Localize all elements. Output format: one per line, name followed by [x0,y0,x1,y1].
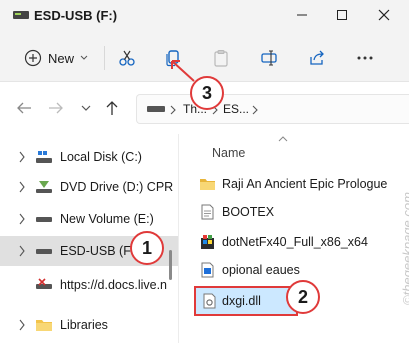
file-name: dotNetFx40_Full_x86_x64 [222,235,368,249]
title-bar: ESD-USB (F:) [0,0,409,34]
dll-file-icon [203,293,216,309]
recent-locations-button[interactable] [74,96,98,120]
minimize-button[interactable] [282,2,322,28]
chevron-right-icon [252,105,258,115]
close-button[interactable] [364,2,404,28]
file-row[interactable]: Raji An Ancient Epic Prologue [192,170,409,198]
nav-item-network-drive[interactable]: https://d.docs.live.n [0,270,178,300]
installer-icon [201,235,214,249]
breadcrumb-esd-usb[interactable]: ES... [223,102,249,116]
chevron-right-icon [19,319,25,331]
minimize-icon [297,14,307,16]
chevron-down-icon [81,105,91,111]
file-name: Raji An Ancient Epic Prologue [222,177,388,191]
maximize-icon [337,10,347,20]
drive-icon [36,151,52,163]
new-button-label: New [47,50,74,66]
new-button[interactable]: New [12,44,100,72]
more-options-button[interactable] [352,44,378,72]
chevron-down-icon [80,55,88,60]
nav-item-label: ESD-USB (F:) [60,244,139,258]
chevron-right-icon [19,213,25,225]
step-badge-2: 2 [286,280,320,314]
up-button[interactable] [100,96,124,120]
forward-button[interactable] [44,96,68,120]
close-icon [378,9,390,21]
file-row[interactable]: BOOTEX [192,198,409,226]
ellipsis-icon [357,56,373,60]
watermark-text: ©thegeekpage.com [400,192,409,305]
file-name: opional eaues [222,263,300,277]
libraries-icon [36,320,52,331]
pane-divider [178,134,179,343]
step-badge-1: 1 [130,231,164,265]
dvd-drive-icon [36,181,52,193]
sort-ascending-icon [278,136,288,142]
nav-scrollbar-thumb[interactable] [169,250,172,280]
scissors-icon [119,50,135,66]
share-button[interactable] [304,44,330,72]
back-button[interactable] [12,96,36,120]
nav-item-new-volume[interactable]: New Volume (E:) [0,204,178,234]
plus-circle-icon [24,49,42,67]
file-name: BOOTEX [222,205,275,219]
maximize-button[interactable] [322,2,362,28]
usb-drive-icon [36,249,52,254]
clipboard-icon [214,49,228,67]
chevron-right-icon [19,181,25,193]
arrow-left-icon [17,102,31,114]
file-name: dxgi.dll [222,294,261,308]
text-file-icon [201,204,214,220]
rename-icon [261,50,277,66]
nav-item-label: https://d.docs.live.n [60,278,168,292]
file-row[interactable]: dotNetFx40_Full_x86_x64 [192,228,409,256]
window-title: ESD-USB (F:) [34,8,118,23]
rename-button[interactable] [256,44,282,72]
image-file-icon [201,262,214,278]
nav-item-label: Local Disk (C:) [60,150,142,164]
column-header-name[interactable]: Name [212,146,245,160]
nav-item-label: Libraries [60,318,108,332]
cut-button[interactable] [114,44,140,72]
drive-icon [36,217,52,222]
network-drive-icon [36,278,52,289]
chevron-right-icon [19,151,25,163]
chevron-right-icon [19,245,25,257]
address-bar[interactable]: Th... ES... [136,94,409,124]
share-icon [310,50,324,65]
arrow-right-icon [49,102,63,114]
folder-icon [200,179,215,190]
drive-icon [147,106,165,112]
file-row-selected[interactable]: dxgi.dll [194,286,298,316]
paste-button[interactable] [208,44,234,72]
toolbar-divider [104,46,105,70]
nav-item-label: New Volume (E:) [60,212,154,226]
usb-drive-icon [13,11,29,19]
arrow-up-icon [106,101,118,115]
nav-item-dvd-drive[interactable]: DVD Drive (D:) CPR [0,172,178,202]
chevron-right-icon [170,105,176,115]
annotation-arrow [171,60,195,82]
watermark: ©thegeekpage.com [386,140,409,310]
nav-item-label: DVD Drive (D:) CPR [60,180,174,194]
nav-item-libraries[interactable]: Libraries [0,310,178,340]
nav-item-local-disk[interactable]: Local Disk (C:) [0,142,178,172]
command-bar: New [0,34,409,82]
